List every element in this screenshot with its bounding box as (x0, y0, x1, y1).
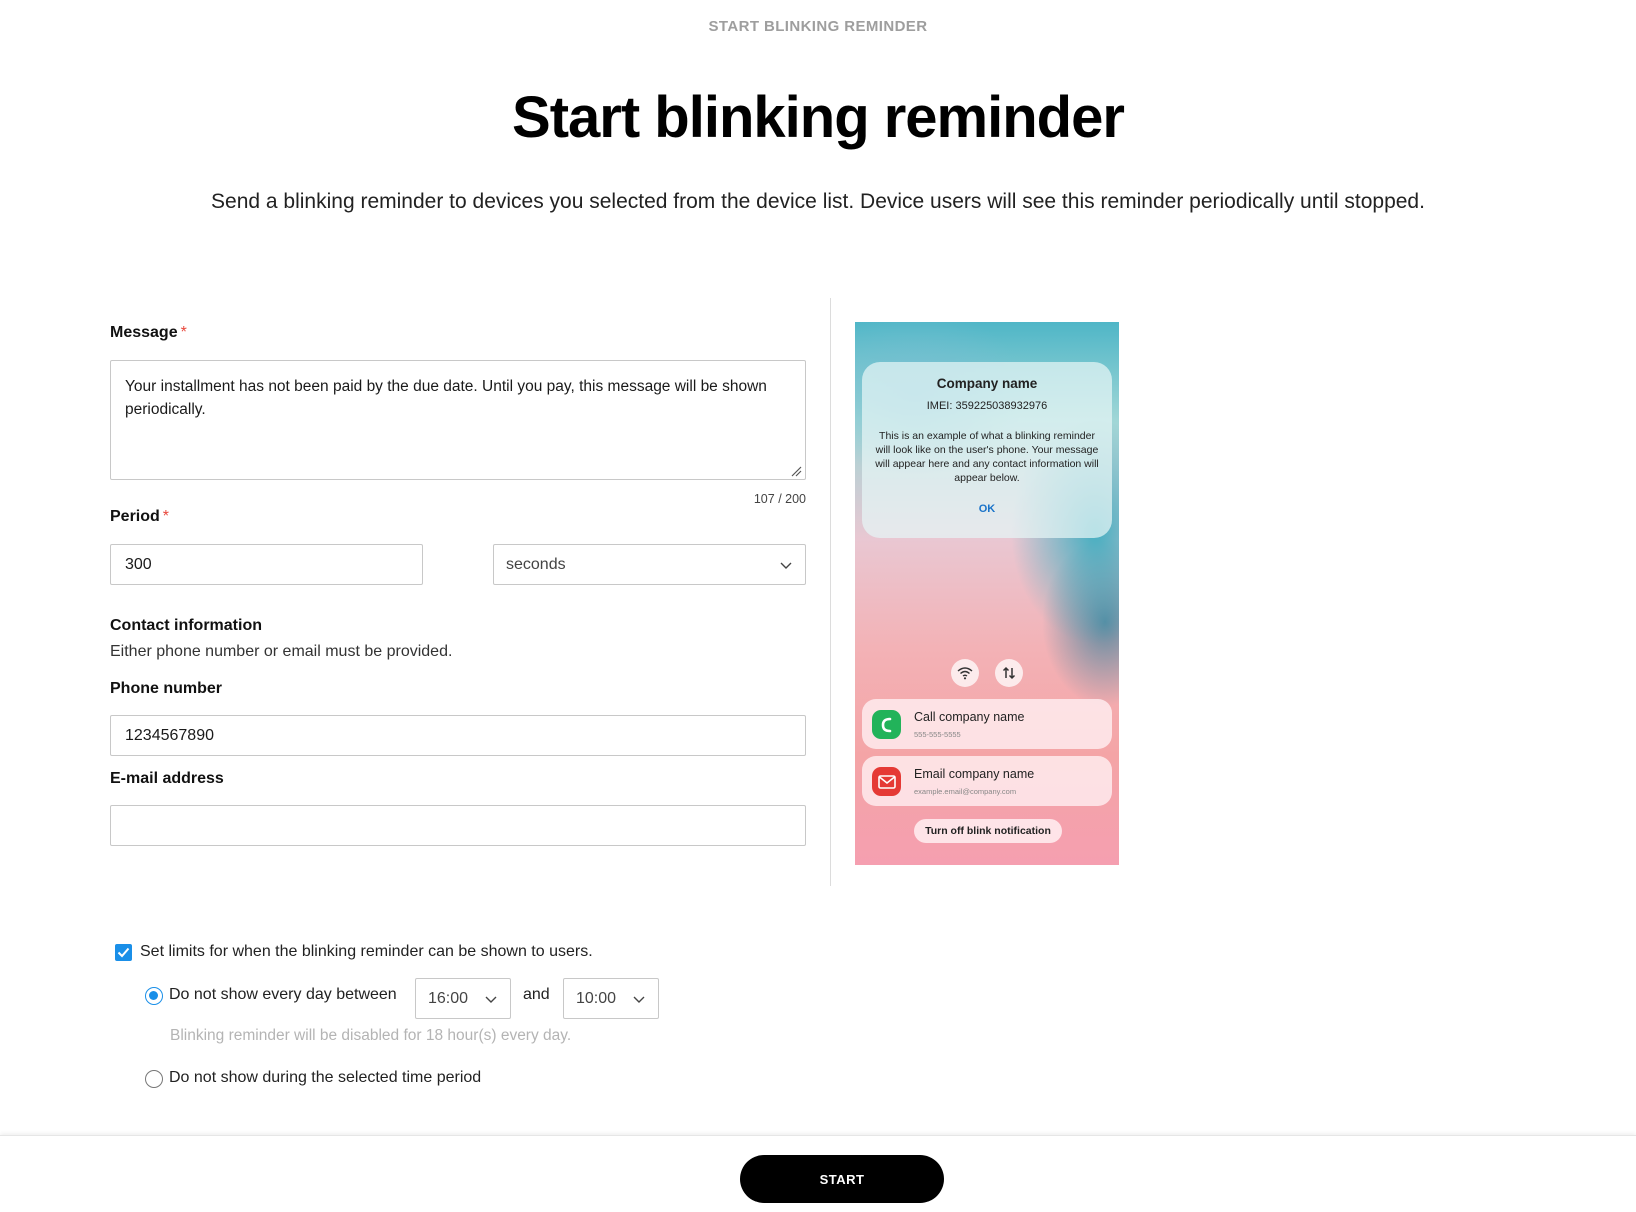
required-mark: * (180, 324, 187, 341)
preview-ok-button: OK (978, 503, 996, 515)
preview-email-address: example.email@company.com (914, 787, 1017, 796)
chevron-down-icon (485, 996, 497, 1003)
preview-company-name: Company name (936, 376, 1038, 391)
resize-grip-icon[interactable] (790, 465, 802, 477)
mail-icon (872, 767, 901, 796)
and-label: and (523, 986, 550, 1003)
period-unit-select[interactable]: seconds (493, 544, 806, 585)
chevron-down-icon (633, 996, 645, 1003)
chevron-down-icon (780, 562, 792, 569)
email-input[interactable] (110, 805, 806, 846)
radio-daily-window[interactable] (145, 987, 163, 1005)
period-value-input[interactable] (110, 544, 423, 585)
phone-number-input[interactable] (110, 715, 806, 756)
preview-call-number: 555-555-5555 (914, 730, 961, 739)
preview-turn-off-button: Turn off blink notification (914, 819, 1062, 843)
period-unit-value: seconds (506, 555, 566, 573)
radio-selected-period-label[interactable]: Do not show during the selected time per… (169, 1069, 481, 1087)
set-limits-checkbox[interactable] (115, 944, 132, 961)
checkmark-icon (117, 947, 130, 958)
set-limits-label[interactable]: Set limits for when the blinking reminde… (140, 943, 593, 961)
preview-call-title: Call company name (914, 710, 1025, 724)
preview-call-card: Call company name 555-555-5555 (862, 699, 1112, 749)
radio-daily-window-label[interactable]: Do not show every day between (169, 986, 397, 1004)
contact-info-helper: Either phone number or email must be pro… (110, 643, 453, 660)
contact-info-label: Contact information (110, 617, 262, 634)
daily-window-hint: Blinking reminder will be disabled for 1… (170, 1027, 572, 1044)
from-time-value: 16:00 (428, 989, 469, 1007)
preview-message: This is an example of what a blinking re… (875, 430, 1099, 484)
preview-email-title: Email company name (914, 767, 1035, 781)
radio-selected-period[interactable] (145, 1070, 163, 1088)
wifi-icon (951, 659, 979, 687)
message-textarea[interactable]: Your installment has not been paid by th… (110, 360, 806, 480)
message-label: Message * (110, 324, 187, 341)
page-kicker: START BLINKING REMINDER (708, 18, 928, 35)
phone-call-icon (872, 710, 901, 739)
period-label: Period * (110, 508, 170, 525)
start-button[interactable]: START (740, 1155, 944, 1203)
page-title: Start blinking reminder (512, 85, 1125, 150)
email-label: E-mail address (110, 770, 224, 787)
required-mark: * (162, 508, 170, 525)
to-time-select[interactable]: 10:00 (563, 978, 659, 1019)
preview-email-card: Email company name example.email@company… (862, 756, 1112, 806)
message-char-counter: 107 / 200 (753, 492, 806, 506)
phone-number-label: Phone number (110, 680, 223, 697)
preview-dialog: Company name IMEI: 359225038932976 This … (862, 362, 1112, 538)
column-divider (830, 298, 831, 886)
from-time-select[interactable]: 16:00 (415, 978, 511, 1019)
data-transfer-icon (995, 659, 1023, 687)
phone-preview: Company name IMEI: 359225038932976 This … (855, 322, 1119, 865)
preview-imei: IMEI: 359225038932976 (926, 400, 1048, 412)
page-subtitle: Send a blinking reminder to devices you … (211, 190, 1425, 213)
to-time-value: 10:00 (576, 989, 617, 1007)
